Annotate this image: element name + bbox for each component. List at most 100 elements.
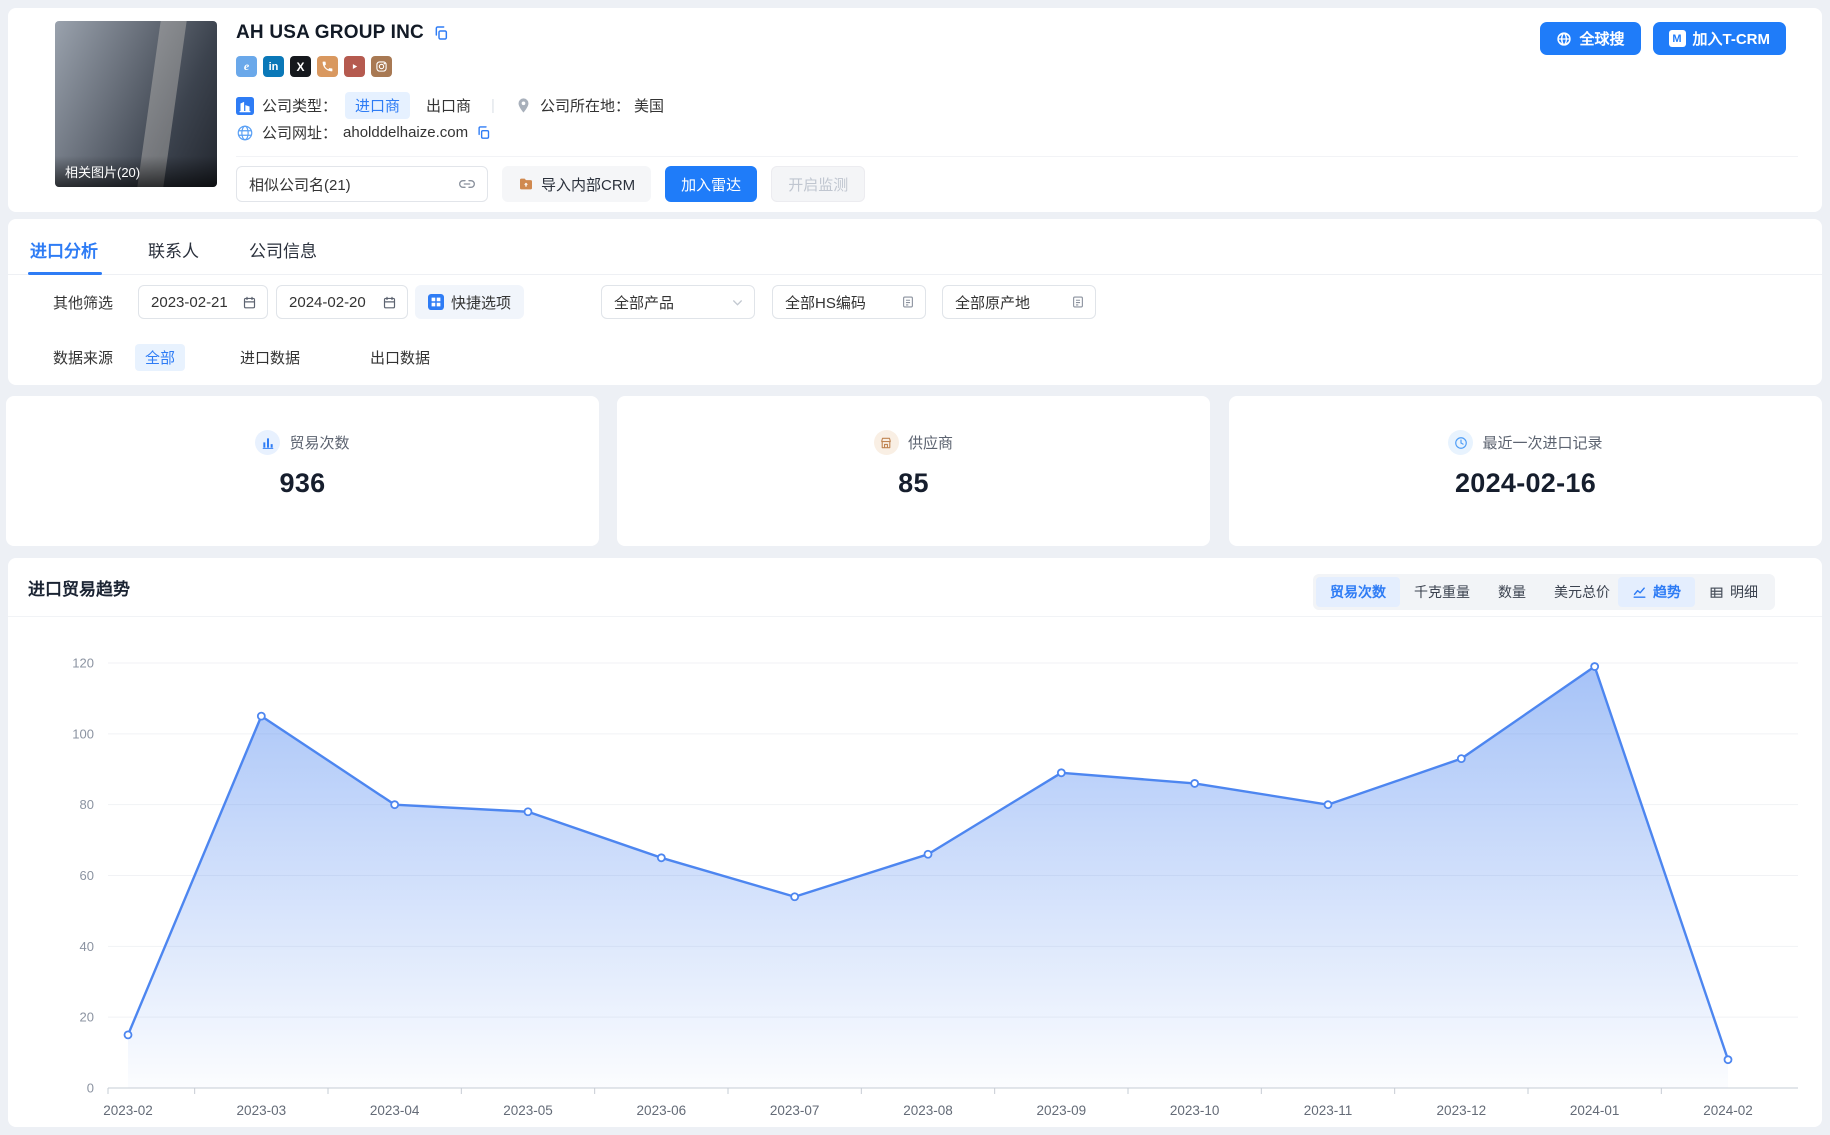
building-icon bbox=[236, 97, 254, 115]
svg-text:2023-09: 2023-09 bbox=[1037, 1103, 1087, 1118]
import-trend-card: 进口贸易趋势 贸易次数 千克重量 数量 美元总价 趋势 明细 0 20 40 60 80… bbox=[8, 558, 1822, 1127]
list-doc-icon bbox=[901, 295, 915, 309]
stat-value: 936 bbox=[6, 468, 599, 499]
hs-code-value: 全部HS编码 bbox=[785, 292, 866, 313]
quick-options-label: 快捷选项 bbox=[451, 292, 511, 313]
stat-card-last-import: 最近一次进口记录 2024-02-16 bbox=[1229, 396, 1822, 546]
product-select-value: 全部产品 bbox=[614, 292, 674, 313]
add-tcrm-button[interactable]: M 加入T-CRM bbox=[1653, 22, 1787, 55]
start-monitor-label: 开启监测 bbox=[788, 174, 848, 195]
svg-text:80: 80 bbox=[80, 797, 94, 812]
chevron-down-icon bbox=[731, 296, 744, 309]
stat-value: 85 bbox=[617, 468, 1210, 499]
trend-chart-svg: 0204060801001202023-022023-032023-042023… bbox=[8, 628, 1822, 1123]
tabs-border bbox=[8, 274, 1822, 275]
copy-icon[interactable] bbox=[433, 25, 449, 41]
add-radar-label: 加入雷达 bbox=[681, 174, 741, 195]
origin-select[interactable]: 全部原产地 bbox=[942, 285, 1096, 319]
importer-chip[interactable]: 进口商 bbox=[345, 92, 410, 119]
svg-text:2023-02: 2023-02 bbox=[103, 1103, 153, 1118]
website-label: 公司网址： bbox=[262, 122, 337, 143]
clock-icon bbox=[1448, 430, 1473, 455]
global-search-label: 全球搜 bbox=[1579, 28, 1624, 49]
company-header-card: 相关图片(20) AH USA GROUP INC e in X 公司类型： 进… bbox=[8, 8, 1822, 212]
website-link[interactable]: aholddelhaize.com bbox=[343, 124, 468, 141]
svg-text:0: 0 bbox=[87, 1081, 94, 1096]
x-icon[interactable]: X bbox=[290, 56, 311, 77]
linkedin-icon[interactable]: in bbox=[263, 56, 284, 77]
source-option-all[interactable]: 全部 bbox=[135, 344, 185, 371]
globe-search-icon bbox=[1556, 31, 1572, 47]
tab-import-analysis[interactable]: 进口分析 bbox=[28, 231, 100, 268]
date-from-value: 2023-02-21 bbox=[151, 294, 228, 311]
similar-company-input[interactable]: 相似公司名(21) bbox=[236, 166, 488, 202]
svg-text:2023-11: 2023-11 bbox=[1304, 1103, 1353, 1118]
view-toggle-group: 趋势 明细 bbox=[1615, 574, 1775, 610]
filter-card: 进口分析 联系人 公司信息 其他筛选 2023-02-21 2024-02-20… bbox=[8, 219, 1822, 385]
related-images-label: 相关图片(20) bbox=[55, 156, 217, 187]
source-option-import[interactable]: 进口数据 bbox=[230, 344, 310, 371]
copy-icon[interactable] bbox=[476, 125, 491, 140]
metric-usd-total[interactable]: 美元总价 bbox=[1540, 577, 1624, 607]
bar-chart-icon bbox=[255, 430, 280, 455]
svg-text:2023-03: 2023-03 bbox=[237, 1103, 287, 1118]
calendar-icon bbox=[242, 295, 257, 310]
hs-code-select[interactable]: 全部HS编码 bbox=[772, 285, 926, 319]
stat-card-suppliers: 供应商 85 bbox=[617, 396, 1210, 546]
calendar-icon bbox=[382, 295, 397, 310]
view-trend-label: 趋势 bbox=[1653, 582, 1681, 602]
date-to-input[interactable]: 2024-02-20 bbox=[276, 285, 408, 319]
tcrm-logo-icon: M bbox=[1669, 30, 1686, 47]
list-doc-icon bbox=[1071, 295, 1085, 309]
global-search-button[interactable]: 全球搜 bbox=[1540, 22, 1640, 55]
location-icon bbox=[515, 97, 532, 114]
view-detail[interactable]: 明细 bbox=[1695, 577, 1772, 607]
svg-text:2024-02: 2024-02 bbox=[1703, 1103, 1753, 1118]
trend-title: 进口贸易趋势 bbox=[28, 575, 130, 600]
browser-icon[interactable]: e bbox=[236, 56, 257, 77]
metric-kg-weight[interactable]: 千克重量 bbox=[1400, 577, 1484, 607]
stat-label: 供应商 bbox=[908, 432, 953, 453]
location-label: 公司所在地： bbox=[540, 95, 630, 116]
date-from-input[interactable]: 2023-02-21 bbox=[138, 285, 268, 319]
svg-text:2023-07: 2023-07 bbox=[770, 1103, 820, 1118]
metric-trade-count[interactable]: 贸易次数 bbox=[1316, 577, 1400, 607]
stat-card-trade-count: 贸易次数 936 bbox=[6, 396, 599, 546]
svg-text:60: 60 bbox=[80, 868, 94, 883]
add-radar-button[interactable]: 加入雷达 bbox=[665, 166, 757, 202]
exporter-chip[interactable]: 出口商 bbox=[426, 95, 471, 116]
svg-text:20: 20 bbox=[80, 1010, 94, 1025]
store-icon bbox=[874, 430, 899, 455]
company-name: AH USA GROUP INC bbox=[236, 22, 424, 44]
quick-options-button[interactable]: 快捷选项 bbox=[415, 285, 524, 319]
source-option-export[interactable]: 出口数据 bbox=[360, 344, 440, 371]
line-chart-icon bbox=[1632, 585, 1647, 600]
svg-text:2023-08: 2023-08 bbox=[903, 1103, 953, 1118]
svg-text:2023-10: 2023-10 bbox=[1170, 1103, 1220, 1118]
svg-text:2023-04: 2023-04 bbox=[370, 1103, 420, 1118]
product-select[interactable]: 全部产品 bbox=[601, 285, 755, 319]
add-tcrm-label: 加入T-CRM bbox=[1693, 28, 1771, 49]
quick-options-icon bbox=[428, 294, 444, 310]
table-icon bbox=[1709, 585, 1724, 600]
phone-icon[interactable] bbox=[317, 56, 338, 77]
active-tab-underline bbox=[28, 272, 102, 275]
company-photo[interactable]: 相关图片(20) bbox=[55, 21, 217, 187]
trend-divider bbox=[8, 616, 1822, 617]
svg-text:2023-12: 2023-12 bbox=[1437, 1103, 1487, 1118]
import-crm-label: 导入内部CRM bbox=[541, 174, 635, 195]
divider: | bbox=[491, 97, 495, 114]
svg-text:40: 40 bbox=[80, 939, 94, 954]
svg-text:100: 100 bbox=[72, 726, 94, 741]
tab-company-info[interactable]: 公司信息 bbox=[247, 231, 319, 268]
view-trend[interactable]: 趋势 bbox=[1618, 577, 1695, 607]
start-monitor-button[interactable]: 开启监测 bbox=[771, 166, 865, 202]
tab-contacts[interactable]: 联系人 bbox=[146, 231, 201, 268]
location-value: 美国 bbox=[634, 95, 664, 116]
svg-text:2024-01: 2024-01 bbox=[1570, 1103, 1620, 1118]
instagram-icon[interactable] bbox=[371, 56, 392, 77]
metric-quantity[interactable]: 数量 bbox=[1484, 577, 1540, 607]
folder-icon bbox=[518, 176, 534, 192]
youtube-icon[interactable] bbox=[344, 56, 365, 77]
import-crm-button[interactable]: 导入内部CRM bbox=[502, 166, 651, 202]
